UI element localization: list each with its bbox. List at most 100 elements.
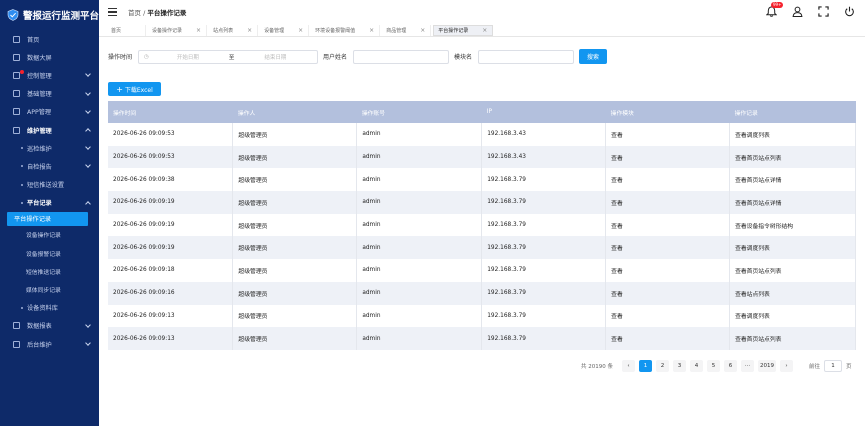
- sidebar-item[interactable]: 首页: [0, 30, 99, 48]
- page-button[interactable]: ···: [741, 360, 754, 372]
- user-icon[interactable]: [792, 6, 803, 18]
- sidebar-item[interactable]: 控制管理: [0, 66, 99, 84]
- user-name-input[interactable]: [353, 49, 450, 64]
- page-button[interactable]: 2: [656, 360, 669, 372]
- sidebar-item[interactable]: 设备操作记录: [0, 226, 99, 244]
- sidebar-item[interactable]: 自检报告: [0, 157, 99, 175]
- sidebar-item[interactable]: 平台记录: [0, 194, 99, 212]
- sidebar-item-label: 巡检维护: [27, 145, 52, 153]
- table-cell: 查看站点列表: [729, 281, 856, 305]
- bullet-icon: [21, 201, 23, 204]
- sidebar-item-label: 控制管理: [27, 72, 52, 80]
- table-cell: 查看调度列表: [729, 123, 856, 146]
- sidebar-item[interactable]: 设备报警记录: [0, 244, 99, 262]
- bullet-icon: [21, 306, 23, 309]
- page-button[interactable]: 5: [707, 360, 720, 372]
- operation-log-table: 操作时间 操作人 操作账号 IP 操作模块 操作记录 2026-06-26 09:09:5…: [108, 101, 856, 350]
- next-page-button[interactable]: ›: [780, 360, 793, 372]
- page-button[interactable]: 4: [690, 360, 703, 372]
- fullscreen-icon[interactable]: [818, 6, 829, 17]
- table-row: 2026-06-26 09:09:18 超级管理员 admin 192.168.3.7…: [108, 259, 856, 282]
- download-excel-button[interactable]: + 下载Excel: [108, 82, 161, 96]
- close-icon[interactable]: ×: [482, 27, 487, 34]
- sidebar-item[interactable]: 巡检维护: [0, 139, 99, 157]
- table-cell: 2026-06-26 09:09:19: [108, 191, 234, 214]
- sidebar-item[interactable]: 设备资料库: [0, 299, 99, 317]
- sidebar-item-label: 自检报告: [27, 163, 52, 171]
- main-area: 首页 / 平台操作记录 99+ 首页 设备操作记录 × 站点列表 × 设备管理 × 环境设备报…: [99, 0, 865, 426]
- table-cell: 192.168.3.79: [481, 236, 607, 260]
- bullet-icon: [21, 183, 23, 186]
- end-date-placeholder: 结束日期: [264, 54, 287, 61]
- tab-label: 商品管理: [386, 27, 407, 34]
- sidebar-item[interactable]: 基础管理: [0, 85, 99, 103]
- table-cell: 2026-06-26 09:09:53: [108, 123, 234, 146]
- sidebar-item[interactable]: APP管理: [0, 103, 99, 121]
- close-icon[interactable]: ×: [196, 27, 201, 34]
- sidebar-menu: 首页 数据大屏控制管理基础管理 APP管理维护管理巡检维护自检报告短信推送设置 平台记…: [0, 30, 99, 353]
- table-cell: 192.168.3.79: [481, 281, 607, 305]
- sidebar-item-label: 维护管理: [27, 127, 52, 135]
- tab[interactable]: 设备管理 ×: [260, 24, 310, 36]
- chevron-down-icon: [85, 321, 91, 328]
- sidebar-item-label: 平台操作记录: [14, 216, 52, 224]
- sidebar-item[interactable]: 维护管理: [0, 121, 99, 139]
- table-cell: 查看: [605, 259, 731, 282]
- chevron-down-icon: [85, 71, 91, 78]
- breadcrumb-home[interactable]: 首页: [128, 9, 141, 17]
- column-header: 操作人: [232, 101, 357, 123]
- filter-bar: 操作时间 ◷ 开始日期 至 结束日期 用户姓名 模块名 搜索: [108, 49, 608, 64]
- table-cell: admin: [356, 123, 483, 146]
- sidebar-item[interactable]: 短信推送设置: [0, 176, 99, 194]
- sidebar-item[interactable]: 数据报表: [0, 317, 99, 335]
- sidebar-item[interactable]: 数据大屏: [0, 48, 99, 66]
- column-header: IP: [481, 101, 606, 123]
- page-button[interactable]: 2019: [758, 360, 776, 372]
- close-icon[interactable]: ×: [247, 27, 252, 34]
- table-cell: 查看调度列表: [729, 236, 856, 260]
- tab[interactable]: 首页: [107, 24, 147, 36]
- sidebar-item[interactable]: 后台维护: [0, 335, 99, 353]
- sidebar-item-label: 数据报表: [27, 323, 52, 331]
- table-row: 2026-06-26 09:09:38 超级管理员 admin 192.168.3.7…: [108, 168, 856, 192]
- bell-icon[interactable]: 99+: [765, 2, 784, 17]
- table-cell: 192.168.3.79: [481, 304, 607, 328]
- module-name-input[interactable]: [478, 49, 575, 64]
- sidebar-item[interactable]: 平台操作记录: [7, 211, 88, 226]
- table-cell: 查看设备指令树形结构: [729, 213, 856, 237]
- prev-page-button[interactable]: ‹: [622, 360, 635, 372]
- page-button[interactable]: 3: [673, 360, 686, 372]
- close-icon[interactable]: ×: [298, 27, 303, 34]
- sidebar-item[interactable]: 短信推送记录: [0, 262, 99, 280]
- table-cell: 192.168.3.79: [481, 213, 607, 237]
- tab[interactable]: 设备操作记录 ×: [148, 24, 208, 36]
- table-cell: 查看首页站点详情: [729, 168, 856, 192]
- tab-label: 设备管理: [264, 27, 285, 34]
- table-cell: 2026-06-26 09:09:53: [108, 145, 234, 169]
- tab[interactable]: 平台操作记录 ×: [433, 24, 494, 36]
- tab[interactable]: 环境设备报警阈值 ×: [311, 24, 381, 36]
- shield-logo-icon: [7, 9, 19, 21]
- date-range-input[interactable]: ◷ 开始日期 至 结束日期: [138, 49, 319, 64]
- close-icon[interactable]: ×: [420, 27, 425, 34]
- page-button[interactable]: 6: [724, 360, 737, 372]
- close-icon[interactable]: ×: [369, 27, 374, 34]
- table-cell: 查看首页站点列表: [729, 327, 856, 350]
- search-button[interactable]: 搜索: [579, 49, 608, 64]
- tab[interactable]: 商品管理 ×: [382, 24, 432, 36]
- sidebar-item-label: 设备资料库: [27, 305, 58, 313]
- tab-label: 设备操作记录: [152, 27, 183, 34]
- menu-toggle-icon[interactable]: [108, 8, 117, 16]
- total-count: 共 20190 条: [581, 364, 613, 370]
- page-button[interactable]: 1: [639, 360, 652, 372]
- menu-item-icon: [13, 35, 20, 43]
- table-cell: admin: [356, 304, 483, 328]
- sidebar-item-label: 设备报警记录: [26, 251, 61, 258]
- goto-page-input[interactable]: 1: [824, 360, 843, 372]
- tab[interactable]: 站点列表 ×: [209, 24, 259, 36]
- table-cell: 2026-06-26 09:09:13: [108, 304, 234, 328]
- sidebar-item[interactable]: 媒体同步记录: [0, 280, 99, 298]
- table-cell: 超级管理员: [232, 191, 358, 214]
- power-icon[interactable]: [844, 6, 855, 17]
- table-cell: 192.168.3.43: [481, 145, 607, 169]
